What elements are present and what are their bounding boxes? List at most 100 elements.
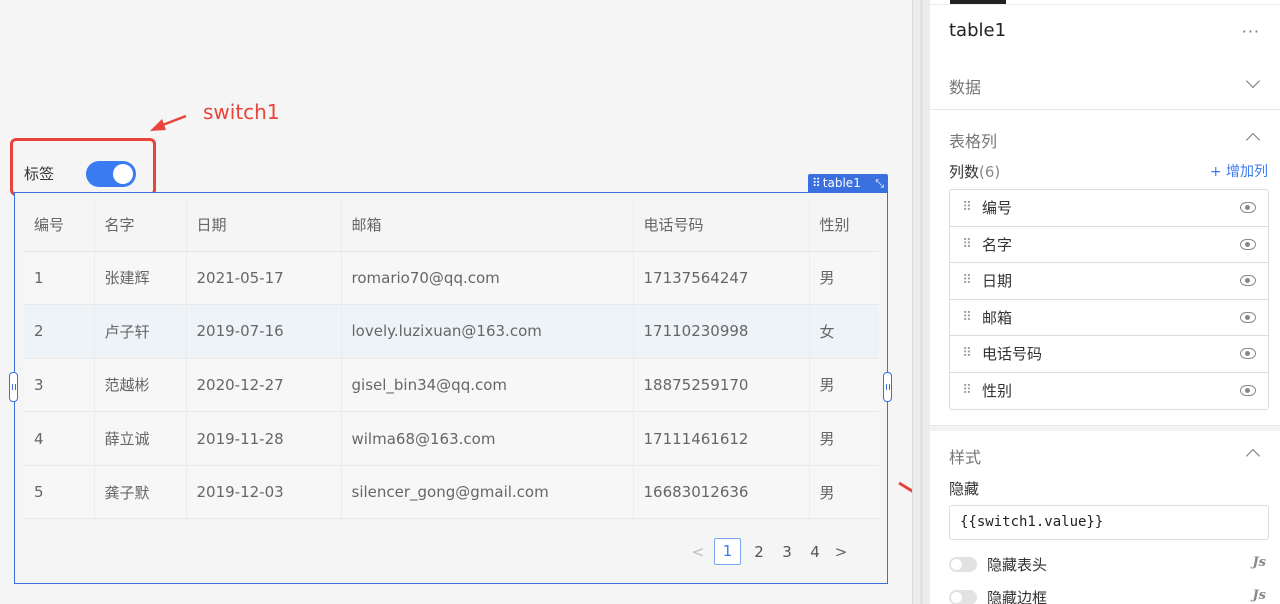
toggle-label: 隐藏表头 — [987, 556, 1048, 574]
column-list-item[interactable]: ⠿ 邮箱 — [950, 300, 1268, 336]
drag-handle-icon[interactable]: ⠿ — [950, 200, 982, 215]
table-cell: 张建辉 — [94, 251, 187, 306]
section-divider — [930, 109, 1280, 110]
table-row[interactable]: 3 范越彬 2020-12-27 gisel_bin34@qq.com 1887… — [24, 358, 879, 413]
table-cell: gisel_bin34@qq.com — [341, 358, 634, 413]
table-cell: 薛立诚 — [94, 411, 187, 466]
column-header[interactable]: 名字 — [94, 198, 187, 252]
table-cell: 男 — [809, 465, 879, 520]
page-button[interactable]: 2 — [749, 543, 769, 561]
js-icon[interactable]: Js — [1253, 588, 1266, 603]
resize-handle-left[interactable] — [9, 372, 18, 402]
pagination: < 1 2 3 4 > — [690, 538, 849, 565]
column-header[interactable]: 日期 — [186, 198, 342, 252]
resize-handle-right[interactable] — [883, 372, 892, 402]
drag-handle-icon[interactable]: ⠿ — [950, 273, 982, 288]
annotation-label: switch1 — [203, 100, 280, 124]
section-data-title[interactable]: 数据 — [949, 74, 981, 98]
column-header[interactable]: 电话号码 — [633, 198, 810, 252]
drag-handle-icon[interactable]: ⠿ — [950, 310, 982, 325]
table-component-tag[interactable]: ⠿ table1 ⤡ — [808, 174, 888, 193]
eye-icon[interactable] — [1240, 238, 1256, 250]
table-row[interactable]: 2 卢子轩 2019-07-16 lovely.luzixuan@163.com… — [24, 304, 879, 359]
hide-field-label: 隐藏 — [949, 480, 980, 498]
eye-icon[interactable] — [1240, 275, 1256, 286]
table-cell: 2019-12-03 — [186, 465, 342, 520]
table-header-row: 编号 名字 日期 邮箱 电话号码 性别 — [24, 198, 879, 252]
column-header[interactable]: 编号 — [24, 198, 95, 252]
chevron-up-icon[interactable] — [1245, 448, 1261, 464]
hide-border-switch[interactable] — [949, 590, 977, 604]
drag-handle-icon[interactable]: ⠿ — [950, 237, 982, 252]
eye-icon[interactable] — [1240, 348, 1256, 359]
page-button-current[interactable]: 1 — [714, 538, 741, 565]
column-item-label: 编号 — [982, 199, 1013, 218]
panel-splitter[interactable] — [912, 0, 930, 604]
column-list-item[interactable]: ⠿ 日期 — [950, 263, 1268, 300]
table-cell: 2019-11-28 — [186, 411, 342, 466]
column-item-label: 名字 — [982, 235, 1013, 254]
column-header[interactable]: 性别 — [809, 198, 879, 252]
table-cell: 2019-07-16 — [186, 304, 342, 359]
column-count-number: (6) — [979, 163, 1001, 181]
column-item-label: 邮箱 — [982, 308, 1013, 327]
chevron-up-icon[interactable] — [1245, 132, 1261, 148]
switch-knob — [113, 164, 133, 184]
table-row[interactable]: 4 薛立诚 2019-11-28 wilma68@163.com 1711146… — [24, 411, 879, 466]
column-list-item[interactable]: ⠿ 电话号码 — [950, 336, 1268, 373]
hide-expression-input[interactable]: {{switch1.value}} — [949, 505, 1269, 540]
column-list-item[interactable]: ⠿ 编号 — [950, 190, 1268, 227]
data-table: 编号 名字 日期 邮箱 电话号码 性别 1 张建辉 2021-05-17 rom… — [24, 198, 879, 520]
drag-handle-icon[interactable]: ⠿ — [950, 346, 982, 361]
table-cell: 1 — [24, 251, 95, 306]
switch1-toggle[interactable] — [86, 161, 136, 187]
table-cell: 17110230998 — [633, 304, 810, 359]
add-column-button[interactable]: + 增加列 — [1210, 161, 1268, 181]
switch-label: 标签 — [24, 165, 55, 183]
properties-panel: table1 ··· 数据 表格列 列数(6) + 增加列 ⠿ 编号 ⠿ 名字 … — [930, 0, 1280, 604]
chevron-down-icon[interactable] — [1245, 73, 1261, 89]
table-cell: 5 — [24, 465, 95, 520]
column-list: ⠿ 编号 ⠿ 名字 ⠿ 日期 ⠿ 邮箱 ⠿ 电话号码 ⠿ 性别 — [949, 189, 1269, 410]
eye-icon[interactable] — [1240, 311, 1256, 323]
table-row[interactable]: 1 张建辉 2021-05-17 romario70@qq.com 171375… — [24, 251, 879, 306]
table-cell: 男 — [809, 411, 879, 466]
table-cell: 男 — [809, 251, 879, 306]
table-cell: 17137564247 — [633, 251, 810, 306]
design-canvas: switch1 标签 ⠿ table1 ⤡ 编号 名字 日期 邮箱 电话号码 性别… — [0, 0, 912, 604]
js-icon[interactable]: Js — [1253, 555, 1266, 570]
eye-icon[interactable] — [1240, 202, 1256, 213]
table-cell: 2 — [24, 304, 95, 359]
section-style-title[interactable]: 样式 — [949, 444, 981, 468]
prev-page-button[interactable]: < — [690, 543, 706, 561]
next-page-button[interactable]: > — [833, 543, 849, 561]
eye-icon[interactable] — [1240, 384, 1256, 396]
splitter-bar — [920, 0, 923, 604]
table-cell: 18875259170 — [633, 358, 810, 413]
table-cell: romario70@qq.com — [341, 251, 634, 306]
tab-underline — [930, 4, 1280, 5]
column-header[interactable]: 邮箱 — [341, 198, 634, 252]
hide-border-toggle-row: 隐藏边框 — [949, 587, 1047, 604]
column-count-label: 列数 — [949, 163, 980, 181]
table-cell: 2020-12-27 — [186, 358, 342, 413]
column-count: 列数(6) — [949, 161, 1000, 182]
table-cell: 2021-05-17 — [186, 251, 342, 306]
more-options-icon[interactable]: ··· — [1242, 22, 1260, 41]
table-tag-label: table1 — [822, 176, 861, 190]
drag-handle-icon[interactable]: ⠿ — [950, 383, 982, 398]
table-cell: wilma68@163.com — [341, 411, 634, 466]
page-button[interactable]: 3 — [777, 543, 797, 561]
table-cell: silencer_gong@gmail.com — [341, 465, 634, 520]
section-divider — [930, 425, 1280, 431]
table-cell: lovely.luzixuan@163.com — [341, 304, 634, 359]
table-cell: 卢子轩 — [94, 304, 187, 359]
column-list-item[interactable]: ⠿ 性别 — [950, 373, 1268, 410]
hide-header-switch[interactable] — [949, 557, 977, 572]
page-button[interactable]: 4 — [805, 543, 825, 561]
column-list-item[interactable]: ⠿ 名字 — [950, 227, 1268, 263]
section-columns-title[interactable]: 表格列 — [949, 128, 997, 152]
component-name: table1 — [949, 20, 1007, 41]
table-row[interactable]: 5 龚子默 2019-12-03 silencer_gong@gmail.com… — [24, 465, 879, 520]
collapse-icon[interactable]: ⤡ — [875, 174, 884, 193]
